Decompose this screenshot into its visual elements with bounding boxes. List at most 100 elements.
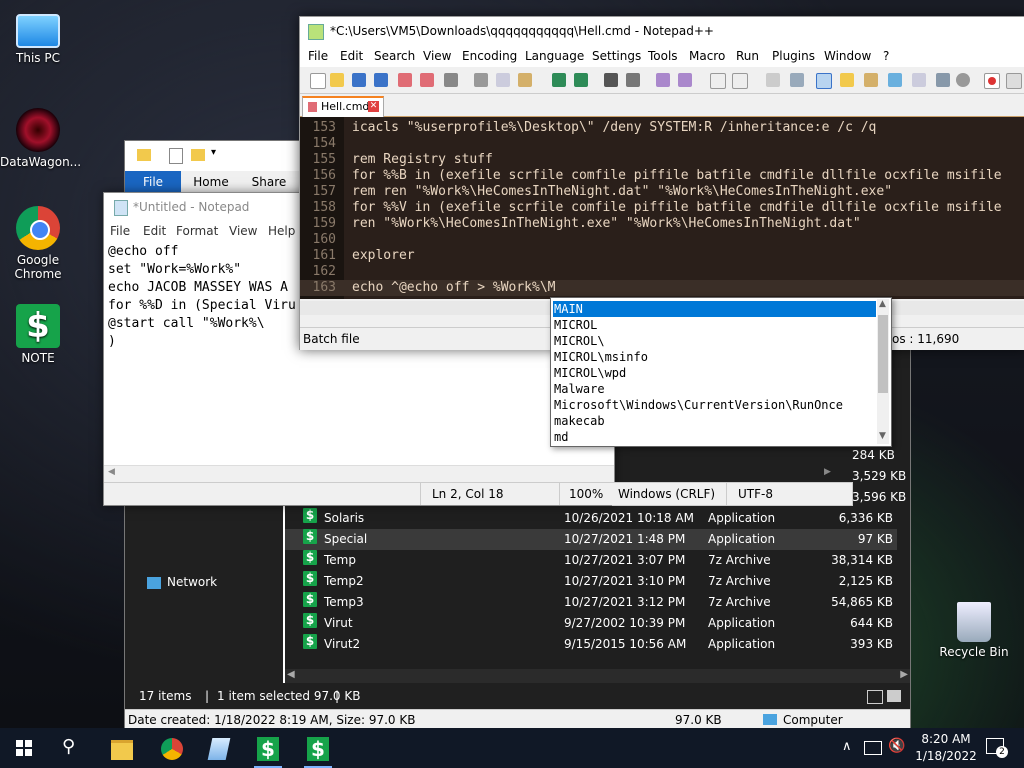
menu-item-file[interactable]: File: [308, 45, 328, 67]
autocomplete-item[interactable]: MICROL\: [553, 333, 876, 349]
menu-item-view[interactable]: View: [423, 45, 451, 67]
scroll-right-icon[interactable]: ▶: [824, 467, 831, 477]
clock-date[interactable]: 1/18/2022: [914, 749, 978, 763]
menu-item-format[interactable]: Format: [176, 221, 218, 241]
chevron-up-icon[interactable]: ∧: [842, 739, 852, 754]
network-icon[interactable]: [864, 741, 882, 755]
menu-item-encoding[interactable]: Encoding: [462, 45, 517, 67]
close-icon[interactable]: ✕: [368, 101, 379, 112]
autocomplete-item[interactable]: md: [553, 429, 876, 445]
autocomplete-item[interactable]: MICROL: [553, 317, 876, 333]
indent-guide-icon[interactable]: [816, 73, 832, 89]
table-row[interactable]: $ Temp3 10/27/2021 3:12 PM 7z Archive 54…: [285, 592, 897, 613]
sync-horizontal-icon[interactable]: [732, 73, 748, 89]
replace-icon[interactable]: [626, 73, 640, 87]
monitoring-icon[interactable]: [912, 73, 926, 87]
paste-icon[interactable]: [518, 73, 532, 87]
save-all-icon[interactable]: [374, 73, 388, 87]
chevron-down-icon[interactable]: ▼: [879, 431, 886, 441]
menu-item-plugins[interactable]: Plugins: [772, 45, 815, 67]
tab-share[interactable]: Share: [241, 171, 297, 193]
word-wrap-icon[interactable]: [766, 73, 780, 87]
details-view-icon[interactable]: [867, 690, 883, 704]
stop-macro-icon[interactable]: [1006, 73, 1022, 89]
autocomplete-item[interactable]: Microsoft\Windows\CurrentVersion\RunOnce: [553, 397, 876, 413]
close-icon[interactable]: [398, 73, 412, 87]
tab-hell-cmd[interactable]: Hell.cmd ✕: [302, 96, 384, 118]
table-row[interactable]: $ Temp 10/27/2021 3:07 PM 7z Archive 38,…: [285, 550, 897, 571]
zoom-in-icon[interactable]: [656, 73, 670, 87]
menu-item-run[interactable]: Run: [736, 45, 759, 67]
taskbar-dollar-app[interactable]: $: [298, 732, 338, 768]
autocomplete-item[interactable]: Malware: [553, 381, 876, 397]
print-icon[interactable]: [444, 73, 458, 87]
redo-icon[interactable]: [574, 73, 588, 87]
table-row[interactable]: $ Special 10/27/2021 1:48 PM Application…: [285, 529, 897, 550]
sync-vertical-icon[interactable]: [710, 73, 726, 89]
scroll-left-icon[interactable]: ◀: [108, 467, 115, 477]
panel-icon[interactable]: [936, 73, 950, 87]
zoom-out-icon[interactable]: [678, 73, 692, 87]
cut-icon[interactable]: [474, 73, 488, 87]
table-row[interactable]: $ Virut2 9/15/2015 10:56 AM Application …: [285, 634, 897, 655]
desktop-icon-chrome[interactable]: Google Chrome: [0, 206, 76, 281]
desktop-icon-note[interactable]: $ NOTE: [0, 304, 76, 365]
menu-item-view[interactable]: View: [229, 221, 257, 241]
taskbar-notepad[interactable]: [200, 732, 240, 768]
table-row[interactable]: $ Temp2 10/27/2021 3:10 PM 7z Archive 2,…: [285, 571, 897, 592]
tab-file[interactable]: File: [125, 171, 181, 193]
large-icons-view-icon[interactable]: [887, 690, 901, 702]
undo-icon[interactable]: [552, 73, 566, 87]
folder-icon[interactable]: [137, 149, 151, 161]
scroll-thumb[interactable]: [878, 315, 888, 393]
menu-item-help[interactable]: ?: [883, 45, 889, 67]
search-icon[interactable]: ⚲: [62, 736, 75, 757]
new-file-icon[interactable]: [310, 73, 326, 89]
menu-item-tools[interactable]: Tools: [648, 45, 678, 67]
volume-muted-icon[interactable]: 🔇: [888, 738, 905, 754]
autocomplete-item[interactable]: MICROL\wpd: [553, 365, 876, 381]
table-row[interactable]: $ Virut 9/27/2002 10:39 PM Application 6…: [285, 613, 897, 634]
menu-item-help[interactable]: Help: [268, 221, 295, 241]
code-editor[interactable]: 153 icacls "%userprofile%\Desktop\" /deny…: [300, 117, 1024, 299]
menu-item-settings[interactable]: Settings: [592, 45, 641, 67]
scroll-right-icon[interactable]: ▶: [900, 669, 908, 680]
nav-item-network[interactable]: Network: [147, 575, 217, 589]
menu-item-file[interactable]: File: [110, 221, 130, 241]
desktop-icon-datawagon[interactable]: DataWagon...: [0, 108, 81, 169]
find-icon[interactable]: [604, 73, 618, 87]
notepad-horizontal-scrollbar[interactable]: ◀ ▶: [104, 465, 831, 482]
menu-item-language[interactable]: Language: [525, 45, 584, 67]
clock-time[interactable]: 8:20 AM: [914, 732, 978, 746]
copy-icon[interactable]: [496, 73, 510, 87]
scroll-left-icon[interactable]: ◀: [287, 669, 295, 680]
autocomplete-item[interactable]: MICROL\msinfo: [553, 349, 876, 365]
autocomplete-item[interactable]: MAIN: [553, 301, 876, 317]
menu-item-edit[interactable]: Edit: [340, 45, 363, 67]
explorer-horizontal-scrollbar[interactable]: ◀ ▶: [285, 669, 910, 683]
taskbar-file-explorer[interactable]: [102, 732, 142, 768]
chevron-up-icon[interactable]: ▲: [879, 299, 886, 309]
properties-icon[interactable]: [169, 148, 183, 164]
show-all-chars-icon[interactable]: [790, 73, 804, 87]
desktop-icon-this-pc[interactable]: This PC: [0, 10, 76, 65]
save-icon[interactable]: [352, 73, 366, 87]
taskbar-chrome[interactable]: [152, 732, 192, 768]
function-list-icon[interactable]: [864, 73, 878, 87]
table-row[interactable]: $ Solaris 10/26/2021 10:18 AM Applicatio…: [285, 508, 897, 529]
desktop-icon-recycle-bin[interactable]: Recycle Bin: [936, 602, 1012, 659]
windows-start-icon[interactable]: [16, 740, 32, 756]
tab-home[interactable]: Home: [185, 171, 237, 193]
eye-icon[interactable]: [956, 73, 970, 87]
doc-map-icon[interactable]: [840, 73, 854, 87]
notepadpp-title-bar[interactable]: *C:\Users\VM5\Downloads\qqqqqqqqqqq\Hell…: [300, 17, 1024, 45]
chevron-down-icon[interactable]: ▾: [211, 147, 216, 158]
autocomplete-item[interactable]: makecab: [553, 413, 876, 429]
menu-item-macro[interactable]: Macro: [689, 45, 725, 67]
autocomplete-scrollbar[interactable]: ▲ ▼: [877, 299, 889, 444]
folder-workspace-icon[interactable]: [888, 73, 902, 87]
menu-item-search[interactable]: Search: [374, 45, 415, 67]
record-macro-icon[interactable]: [984, 73, 1000, 89]
open-file-icon[interactable]: [330, 73, 344, 87]
new-folder-icon[interactable]: [191, 149, 205, 161]
